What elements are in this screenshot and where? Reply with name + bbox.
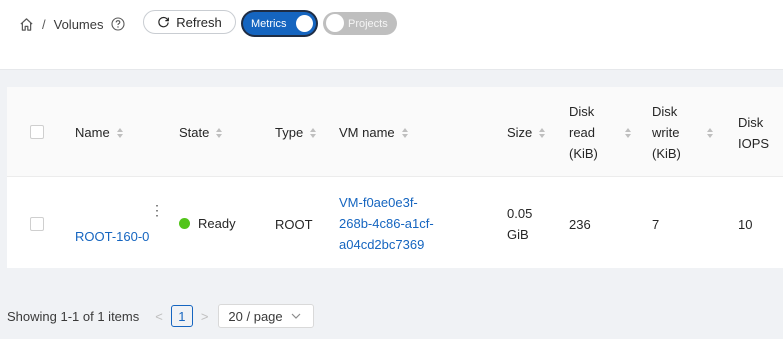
column-label-disk-iops: Disk IOPS <box>738 112 769 154</box>
metrics-toggle-label: Metrics <box>251 17 287 30</box>
disk-read-cell: 236 <box>569 217 591 232</box>
page-size-value: 20 / page <box>228 308 283 324</box>
breadcrumb-separator: / <box>42 16 46 32</box>
column-label-line: (KiB) <box>569 146 598 161</box>
volume-name-link[interactable]: ROOT-160-0 <box>75 226 149 247</box>
ready-status-dot <box>179 218 190 229</box>
vm-name-line: 268b-4c86-a1cf- <box>339 216 434 231</box>
column-label-name: Name <box>75 125 110 140</box>
projects-toggle[interactable]: Projects <box>323 12 397 35</box>
row-checkbox[interactable] <box>30 217 44 231</box>
table-header: Name State Type VM name Size Disk read (… <box>7 87 783 177</box>
breadcrumb-current: Volumes <box>53 16 104 32</box>
column-label-line: write <box>652 125 680 140</box>
column-header-size[interactable]: Size <box>507 122 546 143</box>
size-cell: 0.05 GiB <box>507 203 532 245</box>
column-label-disk-write: Disk write (KiB) <box>652 101 681 164</box>
sort-icon <box>116 127 123 138</box>
size-line: GiB <box>507 227 529 242</box>
column-label-line: IOPS <box>738 136 770 151</box>
metrics-toggle-knob <box>296 15 313 32</box>
home-icon[interactable] <box>19 17 34 32</box>
column-label-vm-name: VM name <box>339 125 395 140</box>
metrics-toggle[interactable]: Metrics <box>243 12 316 35</box>
column-header-disk-iops[interactable]: Disk IOPS <box>738 112 769 154</box>
column-label-line: Disk <box>569 104 595 119</box>
column-header-disk-write[interactable]: Disk write (KiB) <box>652 101 713 164</box>
sort-icon <box>624 127 631 138</box>
sort-icon <box>401 127 408 138</box>
prev-page-icon[interactable]: < <box>155 309 163 324</box>
column-header-disk-read[interactable]: Disk read (KiB) <box>569 101 631 164</box>
disk-iops-cell: 10 <box>738 217 753 232</box>
column-label-line: read <box>569 125 596 140</box>
vm-name-link[interactable]: VM-f0ae0e3f- 268b-4c86-a1cf- a04cd2bc736… <box>339 192 434 255</box>
projects-toggle-label: Projects <box>348 17 388 30</box>
state-cell: Ready <box>179 213 236 234</box>
question-circle-icon[interactable] <box>110 17 125 31</box>
breadcrumb: / Volumes <box>19 14 125 34</box>
column-label-line: Disk <box>652 104 678 119</box>
volumes-table: Name State Type VM name Size Disk read (… <box>7 87 783 268</box>
page-header: / Volumes Refresh Metrics Projects <box>0 0 783 70</box>
chevron-down-icon <box>291 313 301 319</box>
type-cell: ROOT <box>275 217 313 232</box>
column-label-size: Size <box>507 125 533 140</box>
page-size-select[interactable]: 20 / page <box>218 304 315 328</box>
state-label: Ready <box>198 216 236 231</box>
size-line: 0.05 <box>507 206 533 221</box>
page-number-button[interactable]: 1 <box>170 305 193 327</box>
refresh-icon <box>157 16 170 29</box>
pagination-summary: Showing 1-1 of 1 items <box>7 308 140 324</box>
column-label-line: Disk <box>738 115 764 130</box>
column-label-disk-read: Disk read (KiB) <box>569 101 598 164</box>
column-label-state: State <box>179 125 210 140</box>
column-header-type[interactable]: Type <box>275 122 317 143</box>
column-label-line: (KiB) <box>652 146 681 161</box>
sort-icon <box>539 127 546 138</box>
more-options-icon[interactable]: ⋮ <box>150 203 164 217</box>
pagination-bar: Showing 1-1 of 1 items < 1 > 20 / page <box>7 304 315 328</box>
next-page-icon[interactable]: > <box>201 309 209 324</box>
refresh-label: Refresh <box>176 14 222 30</box>
sort-icon <box>310 127 317 138</box>
vm-name-line: VM-f0ae0e3f- <box>339 195 418 210</box>
select-all-checkbox[interactable] <box>30 125 44 139</box>
disk-write-cell: 7 <box>652 217 660 232</box>
vm-name-line: a04cd2bc7369 <box>339 237 425 252</box>
column-header-name[interactable]: Name <box>75 122 123 143</box>
refresh-button[interactable]: Refresh <box>143 10 236 34</box>
column-header-vm-name[interactable]: VM name <box>339 122 408 143</box>
sort-icon <box>216 127 223 138</box>
projects-toggle-knob <box>326 14 344 32</box>
sort-icon <box>706 127 713 138</box>
column-label-type: Type <box>275 125 304 140</box>
column-header-state[interactable]: State <box>179 122 223 143</box>
